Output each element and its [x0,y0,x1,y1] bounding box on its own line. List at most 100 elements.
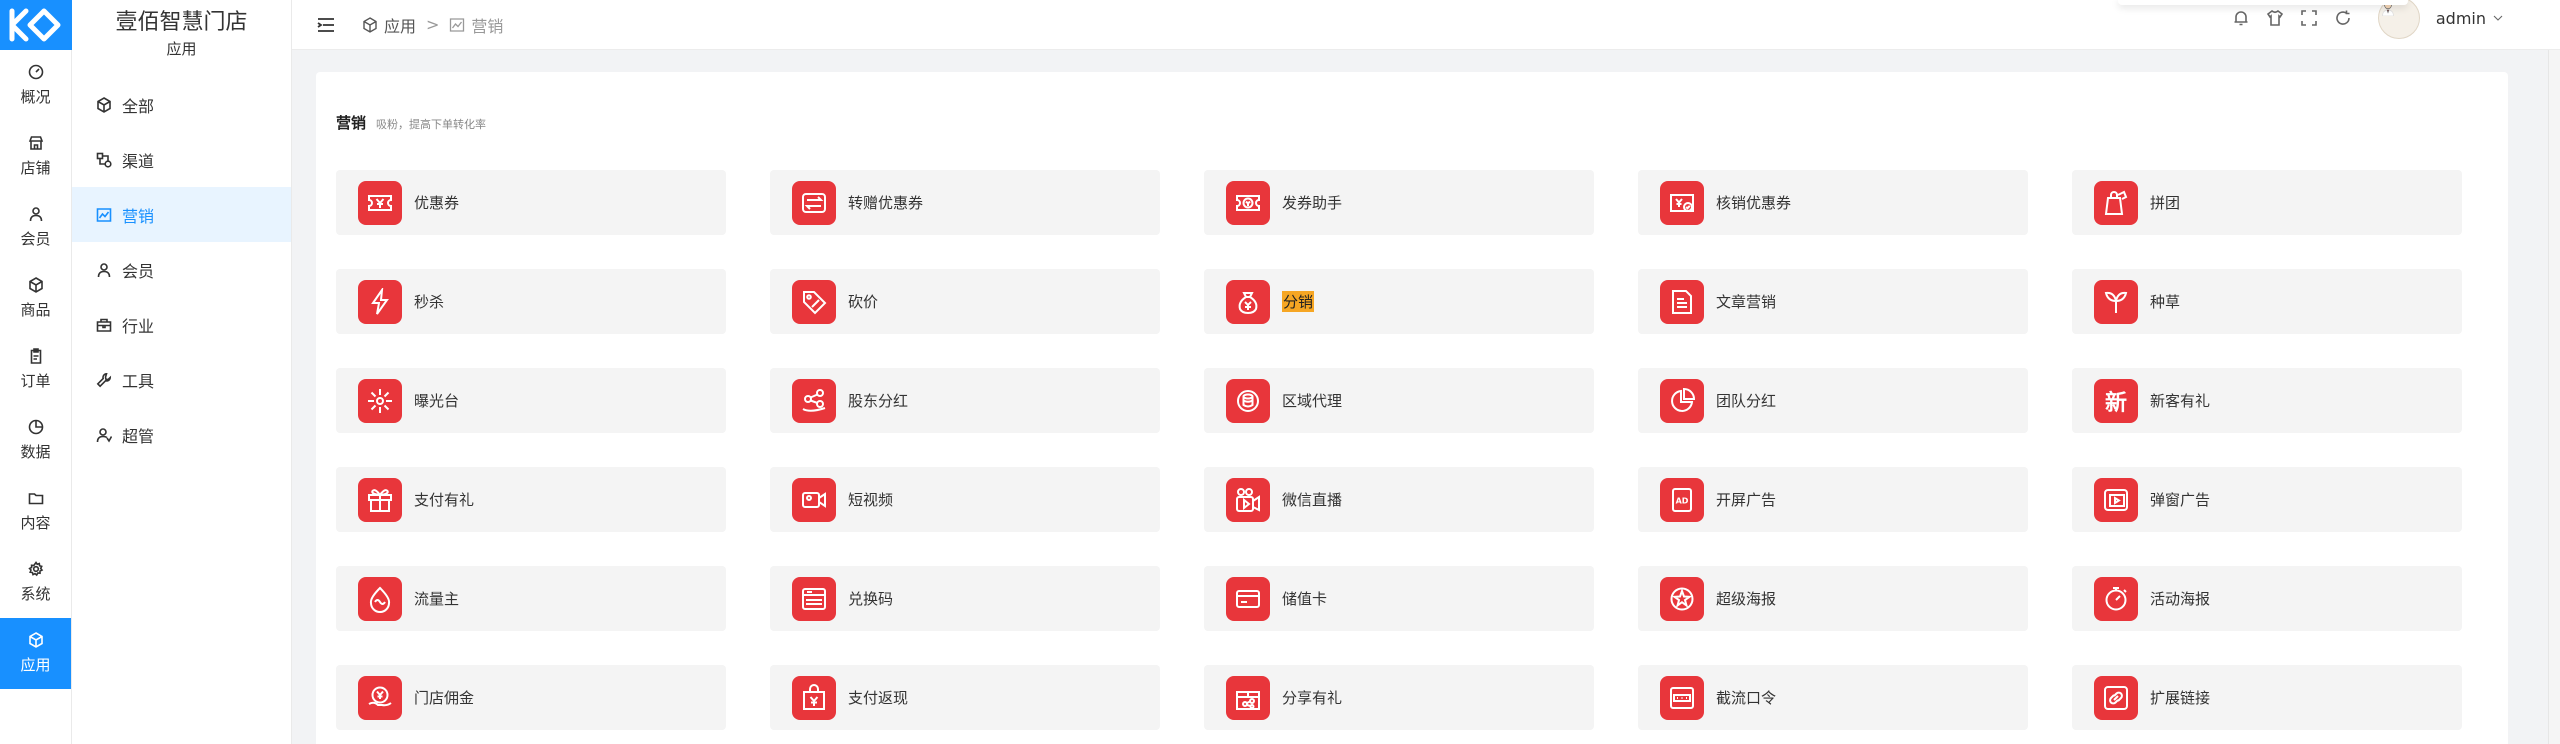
theme-shirt-icon[interactable] [2266,9,2284,27]
rail-item-2[interactable]: 会员 [0,192,71,263]
data-icon [28,419,43,435]
app-card[interactable]: 兑换码 [770,566,1160,631]
app-card[interactable]: 种草 [2072,269,2462,334]
app-card[interactable]: 短视频 [770,467,1160,532]
app-card[interactable]: 新 新客有礼 [2072,368,2462,433]
app-card-label: 开屏广告 [1716,491,1777,509]
app-card[interactable]: 区域代理 [1204,368,1594,433]
submenu-item-3[interactable]: 会员 [72,242,291,297]
rail-item-7[interactable]: 系统 [0,547,71,618]
bargain-tag-icon-tile [792,279,836,324]
app-card-label: 优惠券 [414,194,460,212]
menu-toggle-icon[interactable] [316,15,336,35]
app-card[interactable]: 超级海报 [1638,566,2028,631]
password-box-icon [1670,686,1694,709]
marketing-apps-panel: 营销 吸粉，提高下单转化率 优惠券 转赠优惠券 发券助手 核销优惠券 拼团 秒杀 砍价 分销 文… [316,72,2508,744]
submenu-item-1[interactable]: 渠道 [72,132,291,187]
app-card[interactable]: 弹窗广告 [2072,467,2462,532]
app-card[interactable]: 支付有礼 [336,467,726,532]
app-card[interactable]: 拼团 [2072,170,2462,235]
app-card[interactable]: 优惠券 [336,170,726,235]
app-card-label: 新客有礼 [2150,392,2211,410]
burst-icon-tile [358,378,402,423]
article-icon [1672,289,1692,314]
dropdown-popover-edge [2118,0,2408,5]
coupon-helper-icon [1236,194,1260,211]
app-card-label: 支付有礼 [414,491,475,509]
user-icon [97,262,111,277]
app-card-label: 区域代理 [1282,392,1343,410]
page-scrollbar[interactable] [2548,50,2560,744]
brand-logo-icon[interactable] [0,0,72,50]
yen-hand-icon-tile [358,675,402,720]
fullscreen-icon[interactable] [2300,9,2318,27]
rail-item-3[interactable]: 商品 [0,263,71,334]
app-card[interactable]: 文章营销 [1638,269,2028,334]
popup-ad-icon [2104,488,2128,511]
ad-screen-icon: AD [1672,487,1692,512]
refresh-icon[interactable] [2334,9,2352,27]
app-card[interactable]: 储值卡 [1204,566,1594,631]
main-nav-rail: 概况店铺会员商品订单数据 内容 系统 应用 [0,0,72,744]
share-dividend-icon-tile [792,378,836,423]
channel-icon [96,152,112,168]
rail-item-5[interactable]: 数据 [0,405,71,476]
stored-card-icon [1236,589,1260,608]
app-card-label: 核销优惠券 [1716,194,1792,212]
app-card[interactable]: 曝光台 [336,368,726,433]
top-header: 应用 > 营销 admin [292,0,2560,50]
submenu-item-6[interactable]: 超管 [72,407,291,462]
store-name: 壹佰智慧门店 [115,10,248,35]
rail-item-1[interactable]: 店铺 [0,121,71,192]
app-card-label: 短视频 [848,491,894,509]
app-card[interactable]: 支付返现 [770,665,1160,730]
rail-item-0[interactable]: 概况 [0,50,71,121]
app-card[interactable]: 秒杀 [336,269,726,334]
app-card[interactable]: AD 开屏广告 [1638,467,2028,532]
submenu-item-5[interactable]: 工具 [72,352,291,407]
app-card-label: 种草 [2150,293,2181,311]
submenu-item-label: 全部 [122,96,155,116]
app-card-label: 砍价 [848,293,879,311]
popup-ad-icon-tile [2094,477,2138,522]
admin-icon [96,427,112,443]
app-card[interactable]: 股东分红 [770,368,1160,433]
rail-item-label: 店铺 [20,159,51,177]
ad-glyph-text: AD [1676,496,1689,505]
app-card-label: 分销 [1282,291,1315,312]
app-card[interactable]: 发券助手 [1204,170,1594,235]
avatar[interactable] [2377,0,2420,39]
app-card[interactable]: 分享有礼 [1204,665,1594,730]
rail-item-8[interactable]: 应用 [0,618,71,689]
app-card[interactable]: 砍价 [770,269,1160,334]
money-bag-icon-tile [1226,279,1270,324]
verify-coupon-icon [1670,193,1694,212]
rail-item-label: 会员 [20,230,51,248]
rail-item-6[interactable]: 内容 [0,476,71,547]
rail-item-label: 订单 [20,372,51,390]
app-card[interactable]: 转赠优惠券 [770,170,1160,235]
app-card[interactable]: 核销优惠券 [1638,170,2028,235]
app-card[interactable]: 微信直播 [1204,467,1594,532]
bell-icon[interactable] [2232,9,2250,27]
verify-coupon-icon-tile [1660,180,1704,225]
app-card-label: 转赠优惠券 [848,194,924,212]
app-card[interactable]: 流量主 [336,566,726,631]
coupon-icon [368,194,392,211]
submenu-item-4[interactable]: 行业 [72,297,291,352]
flash-icon [371,287,389,315]
app-card[interactable]: 团队分红 [1638,368,2028,433]
chevron-down-icon [2493,15,2503,21]
app-card[interactable]: 截流口令 [1638,665,2028,730]
app-card[interactable]: 门店佣金 [336,665,726,730]
flow-drop-icon-tile [358,576,402,621]
submenu-item-0[interactable]: 全部 [72,77,291,132]
user-menu[interactable]: admin [2436,9,2504,28]
app-card[interactable]: 分销 [1204,269,1594,334]
app-card[interactable]: 扩展链接 [2072,665,2462,730]
rail-item-4[interactable]: 订单 [0,334,71,405]
share-gift-icon [1236,690,1260,710]
breadcrumb-item-app[interactable]: 应用 [384,13,416,37]
app-card[interactable]: 活动海报 [2072,566,2462,631]
submenu-item-2[interactable]: 营销 [72,187,291,242]
